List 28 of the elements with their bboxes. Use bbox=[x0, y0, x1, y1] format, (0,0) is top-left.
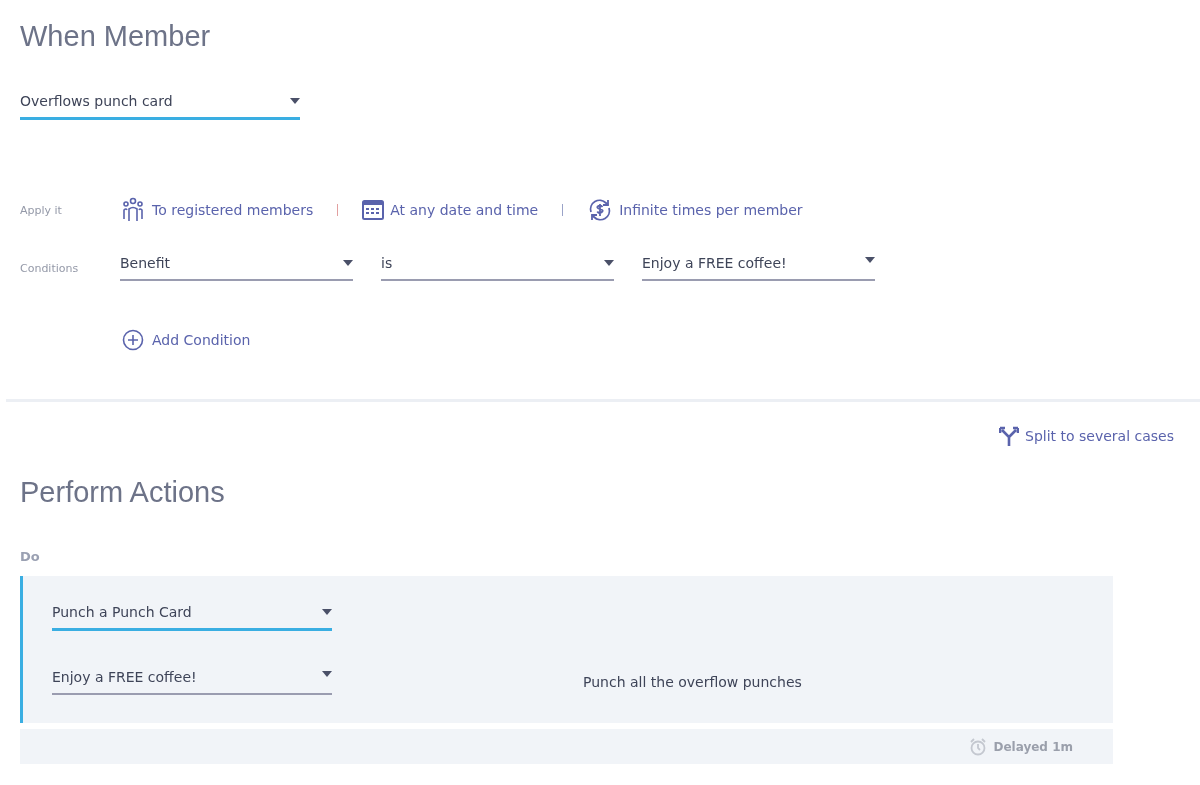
apply-option-link[interactable]: Infinite times per member bbox=[587, 197, 803, 223]
condition-dropdown[interactable]: Benefit bbox=[120, 255, 353, 281]
alarm-clock-icon bbox=[969, 737, 988, 756]
apply-option-link[interactable]: At any date and time bbox=[362, 200, 539, 220]
section-title: When Member bbox=[20, 20, 212, 53]
field-label: Apply it bbox=[20, 203, 63, 217]
condition-dropdown[interactable]: is bbox=[381, 255, 614, 281]
people-icon bbox=[120, 197, 146, 223]
calendar-icon bbox=[362, 200, 385, 220]
add-condition-button[interactable]: Add Condition bbox=[122, 329, 251, 351]
section-title: Perform Actions bbox=[20, 476, 226, 509]
fork-arrow-icon bbox=[999, 426, 1020, 446]
apply-option-link[interactable]: To registered members bbox=[120, 197, 314, 223]
split-cases-link[interactable]: Split to several cases bbox=[999, 426, 1174, 446]
caret-icon bbox=[604, 260, 614, 266]
condition-dropdown[interactable]: Enjoy a FREE coffee! bbox=[642, 255, 875, 281]
plus-circle-icon bbox=[122, 329, 144, 351]
caret-icon bbox=[343, 260, 353, 266]
caret-icon bbox=[322, 609, 332, 615]
reward-dropdown[interactable]: Enjoy a FREE coffee! bbox=[52, 669, 332, 695]
caret-icon bbox=[865, 257, 875, 263]
action-dropdown[interactable]: Punch a Punch Card bbox=[52, 604, 332, 631]
do-label: Do bbox=[20, 549, 41, 564]
caret-icon bbox=[290, 98, 300, 104]
action-description: Punch all the overflow punches bbox=[583, 674, 802, 690]
field-label: Conditions bbox=[20, 261, 80, 275]
caret-icon bbox=[322, 671, 332, 677]
event-dropdown[interactable]: Overflows punch card bbox=[20, 93, 300, 120]
